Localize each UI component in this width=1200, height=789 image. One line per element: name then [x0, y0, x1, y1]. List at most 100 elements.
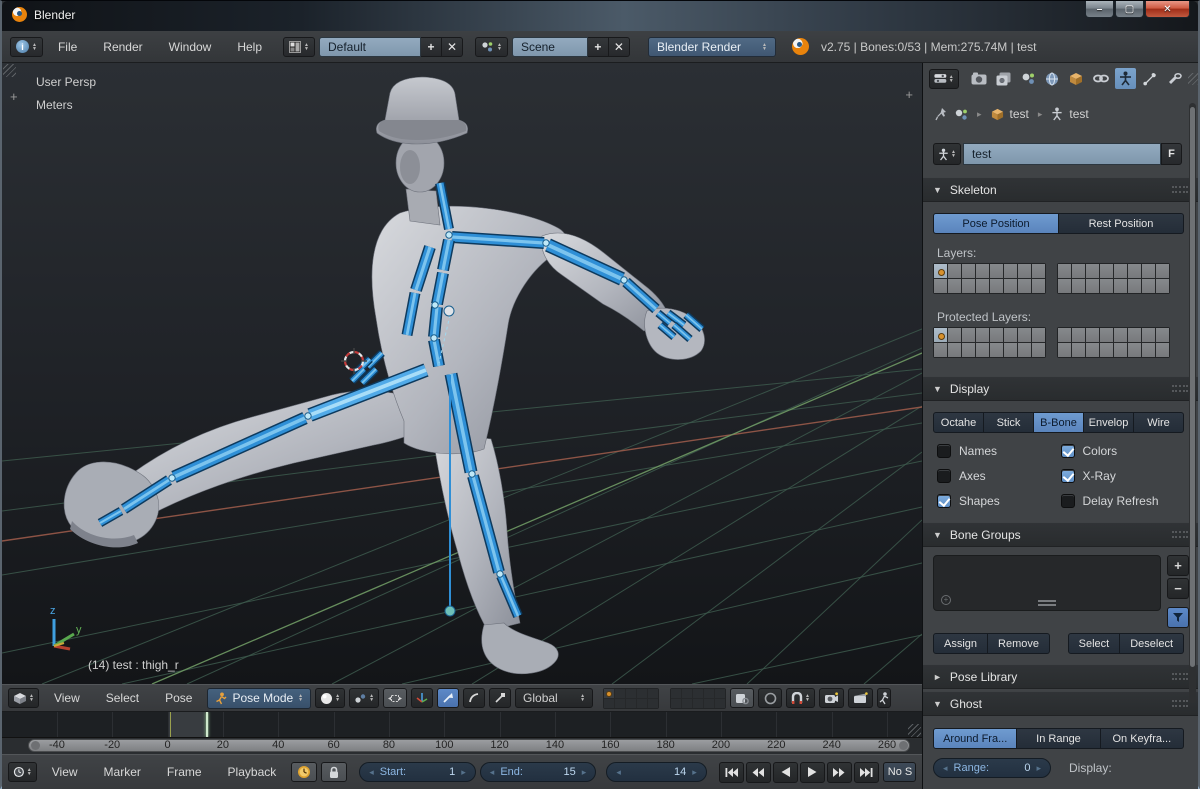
layer-cell[interactable]	[990, 328, 1003, 342]
mode-octahedral-button[interactable]: Octahe	[933, 412, 984, 433]
layer-cell[interactable]	[693, 699, 703, 708]
layer-cell[interactable]	[682, 699, 692, 708]
increment-arrow-icon[interactable]: ▸	[692, 767, 697, 778]
breadcrumb-data-name[interactable]: test	[1069, 107, 1088, 121]
panel-drag-handle-icon[interactable]	[1172, 385, 1188, 392]
checkbox-icon[interactable]	[1061, 494, 1075, 508]
increment-arrow-icon[interactable]: ▸	[582, 767, 587, 778]
deselect-button[interactable]: Deselect	[1120, 633, 1184, 654]
tab-bone[interactable]	[1139, 68, 1160, 89]
layer-cell[interactable]	[962, 328, 975, 342]
jump-to-end-button[interactable]	[854, 762, 879, 783]
list-filter-button[interactable]	[1167, 607, 1189, 628]
datablock-name-input[interactable]: test	[963, 143, 1161, 165]
remove-bone-group-button[interactable]: −	[1167, 578, 1189, 599]
layer-cell[interactable]	[1086, 264, 1099, 278]
layer-cell[interactable]	[1058, 328, 1071, 342]
rest-position-button[interactable]: Rest Position	[1059, 213, 1184, 234]
panel-drag-handle-icon[interactable]	[1172, 700, 1188, 707]
layer-cell[interactable]	[704, 699, 714, 708]
layer-cell[interactable]	[1114, 328, 1127, 342]
layer-cell[interactable]	[1058, 343, 1071, 357]
layer-cell[interactable]	[934, 279, 947, 293]
menu-playback[interactable]: Playback	[217, 765, 288, 779]
transform-orientation-dropdown[interactable]: Global ▲▼	[515, 688, 593, 708]
mode-envelope-button[interactable]: Envelop	[1084, 412, 1134, 433]
checkbox-icon[interactable]	[1061, 469, 1075, 483]
viewport-shading-dropdown[interactable]: ▲▼	[315, 688, 345, 708]
layer-cell[interactable]	[962, 343, 975, 357]
opengl-anim-button[interactable]	[848, 688, 873, 708]
layer-cell[interactable]	[637, 689, 647, 698]
option-colors[interactable]: Colors	[1061, 444, 1185, 458]
menu-marker[interactable]: Marker	[93, 765, 152, 779]
layer-cell[interactable]	[626, 699, 636, 708]
scene-name-field[interactable]: Scene	[512, 37, 588, 57]
layer-cell[interactable]	[976, 343, 989, 357]
lock-to-scene-toggle[interactable]	[730, 688, 754, 708]
ghost-on-keyframes-button[interactable]: On Keyfra...	[1101, 728, 1184, 749]
breadcrumb-object-name[interactable]: test	[1010, 107, 1029, 121]
layer-cell[interactable]	[990, 264, 1003, 278]
layer-cell[interactable]	[1142, 343, 1155, 357]
translate-manipulator-toggle[interactable]	[437, 688, 459, 708]
layer-cell[interactable]	[1128, 328, 1141, 342]
layer-cell[interactable]	[1156, 264, 1169, 278]
option-names[interactable]: Names	[937, 444, 1061, 458]
editor-type-selector-3dview[interactable]: ▲▼	[8, 688, 39, 708]
layer-cell[interactable]	[615, 689, 625, 698]
layer-cell[interactable]	[934, 343, 947, 357]
frame-start-slider[interactable]: ◂ Start: 1 ▸	[359, 762, 476, 782]
layer-cell[interactable]	[1142, 328, 1155, 342]
layer-cell[interactable]	[1058, 264, 1071, 278]
fake-user-button[interactable]: F	[1161, 143, 1182, 165]
pose-position-button[interactable]: Pose Position	[933, 213, 1059, 234]
screen-layout-selector[interactable]: ▲▼	[283, 37, 315, 57]
scene-selector[interactable]: ▲▼	[475, 37, 508, 57]
mode-stick-button[interactable]: Stick	[984, 412, 1034, 433]
editor-type-selector-properties[interactable]: ▲▼	[929, 69, 959, 89]
layer-cell[interactable]	[604, 689, 614, 698]
tab-object[interactable]	[1066, 68, 1087, 89]
menu-render[interactable]: Render	[92, 40, 153, 54]
layer-cell[interactable]	[1128, 343, 1141, 357]
remove-button[interactable]: Remove	[988, 633, 1050, 654]
menu-file[interactable]: File	[47, 40, 88, 54]
decrement-arrow-icon[interactable]: ◂	[616, 767, 621, 778]
add-scene-button[interactable]: +	[588, 37, 609, 57]
layer-cell[interactable]	[1086, 279, 1099, 293]
pose-library-panel-header[interactable]: ► Pose Library	[923, 664, 1198, 689]
layer-cell[interactable]	[671, 689, 681, 698]
decrement-arrow-icon[interactable]: ◂	[369, 767, 374, 778]
layer-cell[interactable]	[1128, 279, 1141, 293]
pivot-point-dropdown[interactable]: ▲▼	[349, 688, 379, 708]
layer-cell[interactable]	[648, 699, 658, 708]
layer-cell[interactable]	[1072, 279, 1085, 293]
viewport-layers-grid[interactable]	[603, 688, 726, 709]
play-button[interactable]	[800, 762, 825, 783]
layer-cell[interactable]	[1072, 264, 1085, 278]
layer-cell[interactable]	[1032, 343, 1045, 357]
prev-keyframe-button[interactable]	[746, 762, 771, 783]
layer-cell[interactable]	[1018, 264, 1031, 278]
menu-view-3d[interactable]: View	[43, 691, 91, 705]
tab-render-layers[interactable]	[992, 68, 1013, 89]
scrollbar-thumb[interactable]	[1190, 107, 1195, 667]
render-engine-dropdown[interactable]: Blender Render ▲▼	[648, 37, 776, 57]
sync-dropdown[interactable]: No S	[883, 762, 916, 782]
menu-view-timeline[interactable]: View	[41, 765, 89, 779]
checkbox-icon[interactable]	[1061, 444, 1075, 458]
viewport-3d[interactable]: z y User Persp Meters + + (14) test : th…	[2, 63, 922, 684]
layer-cell[interactable]	[693, 689, 703, 698]
snap-toggle[interactable]: ▲▼	[786, 688, 815, 708]
tab-render[interactable]	[968, 68, 989, 89]
layer-cell[interactable]	[1018, 343, 1031, 357]
layout-name-field[interactable]: Default	[319, 37, 421, 57]
layer-cell[interactable]	[1058, 279, 1071, 293]
layer-cell[interactable]	[1128, 264, 1141, 278]
ghost-in-range-button[interactable]: In Range	[1017, 728, 1100, 749]
menu-help[interactable]: Help	[226, 40, 273, 54]
display-panel-header[interactable]: ▼ Display	[923, 376, 1198, 401]
layer-cell[interactable]	[1018, 279, 1031, 293]
option-delay-refresh[interactable]: Delay Refresh	[1061, 494, 1185, 508]
